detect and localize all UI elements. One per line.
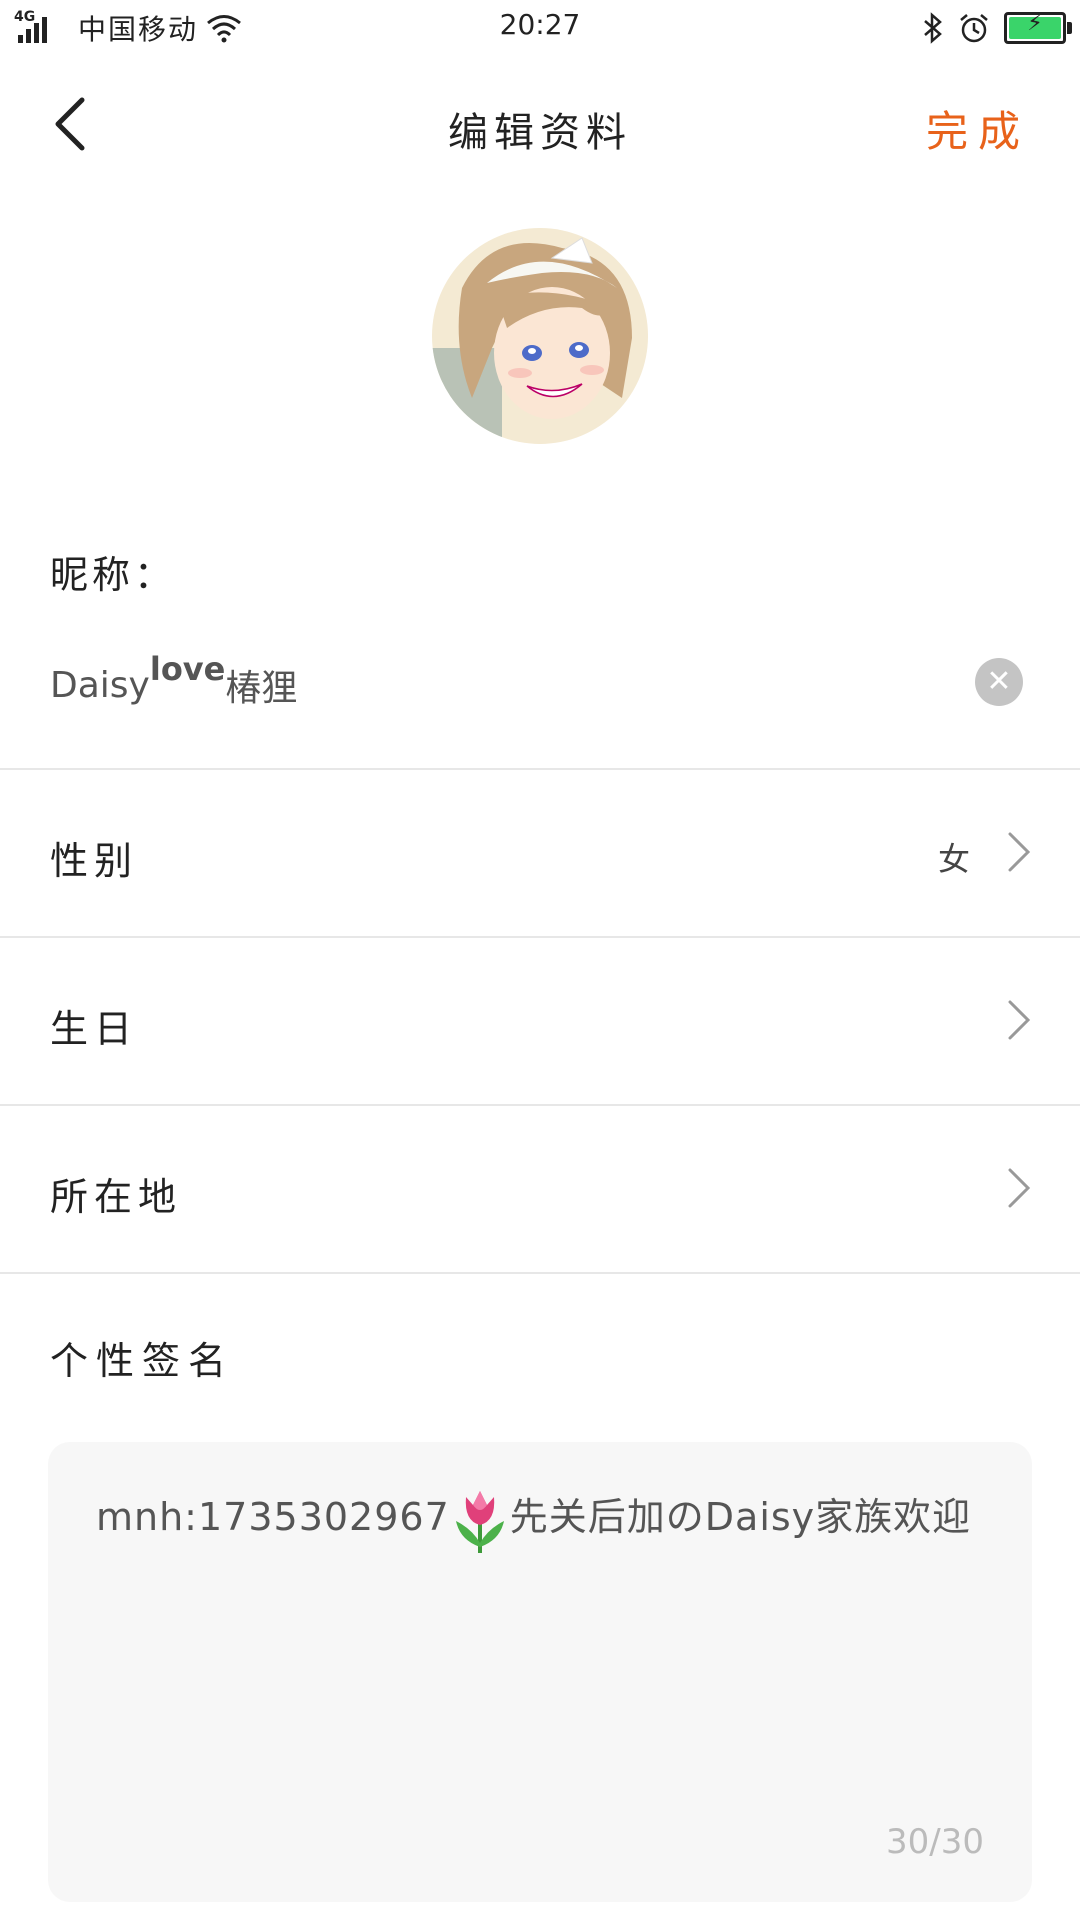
header: 编辑资料 完成 (0, 56, 1080, 196)
nickname-label: 昵称： (50, 553, 177, 597)
divider (0, 1272, 1080, 1274)
row-location[interactable]: 所在地 (0, 1106, 1080, 1272)
status-right: ⚡ (922, 8, 1072, 48)
row-birthday-label: 生日 (50, 1007, 139, 1051)
nickname-suffix: 椿狸 (225, 668, 298, 709)
status-time: 20:27 (499, 8, 581, 41)
clear-icon[interactable]: ✕ (975, 658, 1023, 706)
nickname-prefix: Daisy (50, 664, 150, 706)
row-gender[interactable]: 性别 女 (0, 770, 1080, 936)
battery-charging-icon: ⚡ (1004, 11, 1072, 44)
bluetooth-icon (924, 12, 942, 44)
signature-label: 个性签名 (50, 1339, 235, 1383)
chevron-right-icon (1008, 832, 1031, 872)
nickname-sup: love (149, 650, 226, 688)
char-counter: 30/30 (886, 1822, 984, 1862)
avatar[interactable] (432, 228, 648, 444)
row-birthday[interactable]: 生日 (0, 938, 1080, 1104)
chevron-right-icon (1008, 1000, 1031, 1040)
done-button[interactable]: 完成 (926, 98, 1030, 159)
signature-text-after: 先关后加のDaisy家族欢迎 (509, 1495, 972, 1539)
tulip-emoji (455, 1490, 504, 1553)
alarm-icon (960, 14, 988, 43)
chevron-right-icon (1008, 1168, 1031, 1208)
nickname-input[interactable]: Daisy love 椿狸 (50, 650, 950, 720)
signature-text: mnh:1735302967 先关后加のDaisy家族欢迎 (96, 1482, 996, 1555)
row-location-label: 所在地 (50, 1175, 183, 1219)
signature-textarea[interactable]: mnh:1735302967 先关后加のDaisy家族欢迎 30/30 (48, 1442, 1032, 1902)
page-title: 编辑资料 (448, 110, 632, 156)
signature-text-before: mnh:1735302967 (96, 1495, 450, 1539)
avatar-image (432, 228, 648, 444)
status-bar: 4G 中国移动 20:27 ⚡ (0, 0, 1080, 56)
row-gender-value: 女 (937, 840, 970, 878)
row-gender-label: 性别 (50, 839, 139, 883)
